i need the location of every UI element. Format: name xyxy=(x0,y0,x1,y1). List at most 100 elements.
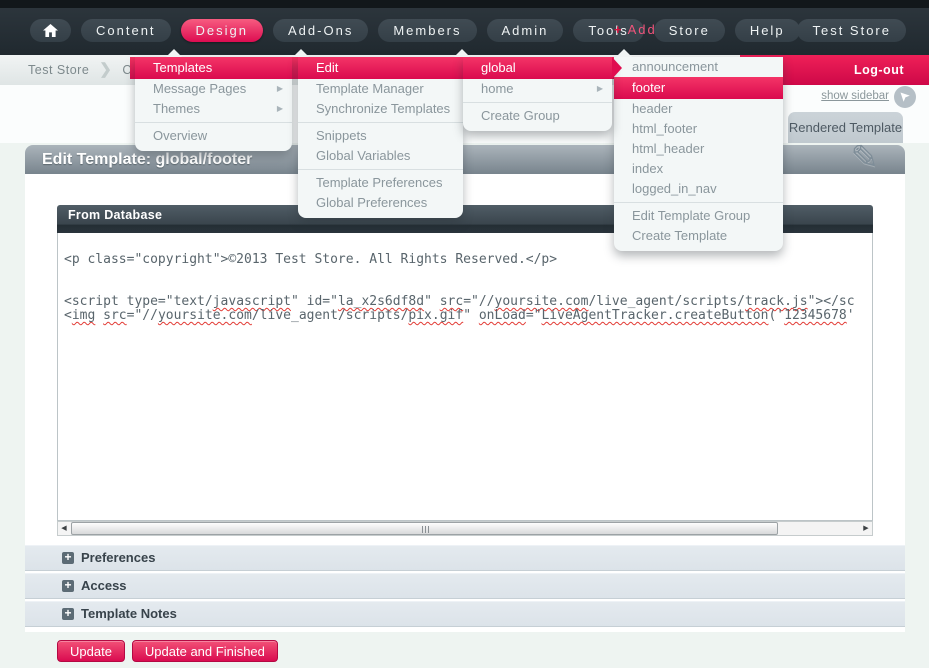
add-label: Add xyxy=(628,22,657,37)
accordion-template-notes[interactable]: + Template Notes xyxy=(25,601,905,627)
menu-item-label: Message Pages xyxy=(153,81,246,96)
menu-item-global[interactable]: global xyxy=(463,57,612,79)
code-line xyxy=(64,267,872,281)
menu-item-label: footer xyxy=(632,80,665,95)
menu-item-label: Edit Template Group xyxy=(632,208,750,223)
accordion-label: Preferences xyxy=(81,550,155,565)
menu-item-template-preferences[interactable]: Template Preferences xyxy=(298,173,463,193)
menu-item-announcement[interactable]: announcement xyxy=(614,57,783,77)
menu-item-label: html_footer xyxy=(632,121,697,136)
menu-item-templates[interactable]: Templates xyxy=(135,57,292,79)
menu-item-snippets[interactable]: Snippets xyxy=(298,126,463,146)
menu-item-index[interactable]: index xyxy=(614,159,783,179)
menu-item-label: Edit xyxy=(316,60,338,75)
logout-button[interactable]: Log-out xyxy=(854,63,904,77)
accordion-preferences[interactable]: + Preferences xyxy=(25,545,905,571)
menu-item-label: Themes xyxy=(153,101,200,116)
menu-notch-icon xyxy=(454,49,470,57)
menu-item-footer[interactable]: footer xyxy=(614,77,783,99)
chevron-right-icon: ❯ xyxy=(99,55,112,85)
menu-item-logged-in-nav[interactable]: logged_in_nav xyxy=(614,179,783,199)
menu-item-home[interactable]: home▶ xyxy=(463,79,612,99)
menu-item-header[interactable]: header xyxy=(614,99,783,119)
menu-item-create-group[interactable]: Create Group xyxy=(463,106,612,126)
horizontal-scrollbar[interactable]: ◀ ▶ xyxy=(57,521,873,536)
code-line xyxy=(64,281,872,295)
scrollbar-thumb[interactable] xyxy=(71,522,778,535)
menu-item-overview[interactable]: Overview xyxy=(135,126,292,146)
nav-help[interactable]: Help xyxy=(735,19,800,42)
menu-item-label: logged_in_nav xyxy=(632,181,717,196)
nav-site-name-button[interactable]: Test Store xyxy=(797,19,906,42)
menu-item-create-template[interactable]: Create Template xyxy=(614,226,783,246)
form-buttons: Update Update and Finished xyxy=(57,640,278,662)
tab-rendered-template[interactable]: Rendered Template xyxy=(788,112,903,143)
scrollbar-grip xyxy=(425,526,426,533)
accordion-access[interactable]: +Access xyxy=(25,573,905,599)
menu-item-label: Template Preferences xyxy=(316,175,442,190)
nav-design[interactable]: Design xyxy=(181,19,263,42)
expand-plus-icon[interactable]: + xyxy=(62,552,74,564)
menu-item-template-manager[interactable]: Template Manager xyxy=(298,79,463,99)
template-code-textarea[interactable]: <p class="copyright">©2013 Test Store. A… xyxy=(57,233,873,521)
code-line: <script type="text/javascript" id="la_x2… xyxy=(64,295,872,309)
scroll-right-arrow-icon[interactable]: ▶ xyxy=(860,522,872,535)
design-menu: Templates Message Pages ▶ Themes ▶ Overview xyxy=(135,57,292,151)
scroll-left-arrow-icon[interactable]: ◀ xyxy=(58,522,70,535)
menu-item-label: Snippets xyxy=(316,128,367,143)
update-and-finished-button[interactable]: Update and Finished xyxy=(132,640,278,662)
menu-item-label: Create Template xyxy=(632,228,727,243)
menu-item-edit-template-group[interactable]: Edit Template Group xyxy=(614,206,783,226)
submenu-pointer-icon xyxy=(612,57,622,79)
nav-add-ons[interactable]: Add-Ons xyxy=(273,19,368,42)
template-groups-menu: global home▶ Create Group xyxy=(463,57,612,131)
menu-item-label: Synchronize Templates xyxy=(316,101,450,116)
submenu-arrow-icon: ▶ xyxy=(277,79,283,99)
templates-list-menu: announcement footer header html_footer html_… xyxy=(614,57,783,251)
menu-item-message-pages[interactable]: Message Pages ▶ xyxy=(135,79,292,99)
menu-item-synchronize-templates[interactable]: Synchronize Templates xyxy=(298,99,463,119)
accordion-sections: +Preferences+Access+Template Notes xyxy=(25,545,905,629)
menu-item-label: global xyxy=(481,60,516,75)
menu-separator xyxy=(614,202,783,203)
window-top-strip xyxy=(0,0,929,8)
menu-notch-icon xyxy=(166,49,182,57)
menu-item-edit[interactable]: Edit xyxy=(298,57,463,79)
menu-item-label: Template Manager xyxy=(316,81,424,96)
menu-item-html-header[interactable]: html_header xyxy=(614,139,783,159)
accordion-label: Template Notes xyxy=(81,606,177,621)
menu-item-label: Templates xyxy=(153,60,212,75)
templates-menu: Edit Template Manager Synchronize Template… xyxy=(298,57,463,218)
breadcrumb-item-site[interactable]: Test Store xyxy=(28,63,89,77)
add-menu-button[interactable]: +Add xyxy=(614,22,657,37)
main-nav-items: ContentDesignAdd-OnsMembersAdminToolsSto… xyxy=(30,19,800,42)
nav-home-button[interactable] xyxy=(30,19,71,42)
code-line: <p class="copyright">©2013 Test Store. A… xyxy=(64,253,872,267)
nav-content[interactable]: Content xyxy=(81,19,171,42)
menu-item-global-preferences[interactable]: Global Preferences xyxy=(298,193,463,213)
update-button[interactable]: Update xyxy=(57,640,125,662)
nav-admin[interactable]: Admin xyxy=(487,19,564,42)
menu-item-label: index xyxy=(632,161,663,176)
breadcrumb: Test Store❯CP xyxy=(28,55,141,85)
menu-separator xyxy=(298,169,463,170)
menu-separator xyxy=(298,122,463,123)
menu-item-label: Overview xyxy=(153,128,207,143)
expand-plus-icon[interactable]: + xyxy=(62,608,74,620)
show-sidebar-link[interactable]: show sidebar xyxy=(821,90,889,102)
menu-item-label: announcement xyxy=(632,59,718,74)
expand-plus-icon[interactable]: + xyxy=(62,580,74,592)
nav-store[interactable]: Store xyxy=(654,19,725,42)
menu-item-label: Create Group xyxy=(481,108,560,123)
code-line: <img src="//yoursite.com/live_agent/scri… xyxy=(64,309,872,323)
collapse-arrow-button[interactable] xyxy=(894,86,916,108)
pencil-icon: ✎ xyxy=(851,138,880,178)
submenu-arrow-icon: ▶ xyxy=(277,99,283,119)
menu-item-global-variables[interactable]: Global Variables xyxy=(298,146,463,166)
nav-members[interactable]: Members xyxy=(378,19,476,42)
menu-item-themes[interactable]: Themes ▶ xyxy=(135,99,292,119)
menu-item-html-footer[interactable]: html_footer xyxy=(614,119,783,139)
menu-item-label: Global Variables xyxy=(316,148,410,163)
menu-item-label: Global Preferences xyxy=(316,195,427,210)
menu-item-label: home xyxy=(481,81,514,96)
